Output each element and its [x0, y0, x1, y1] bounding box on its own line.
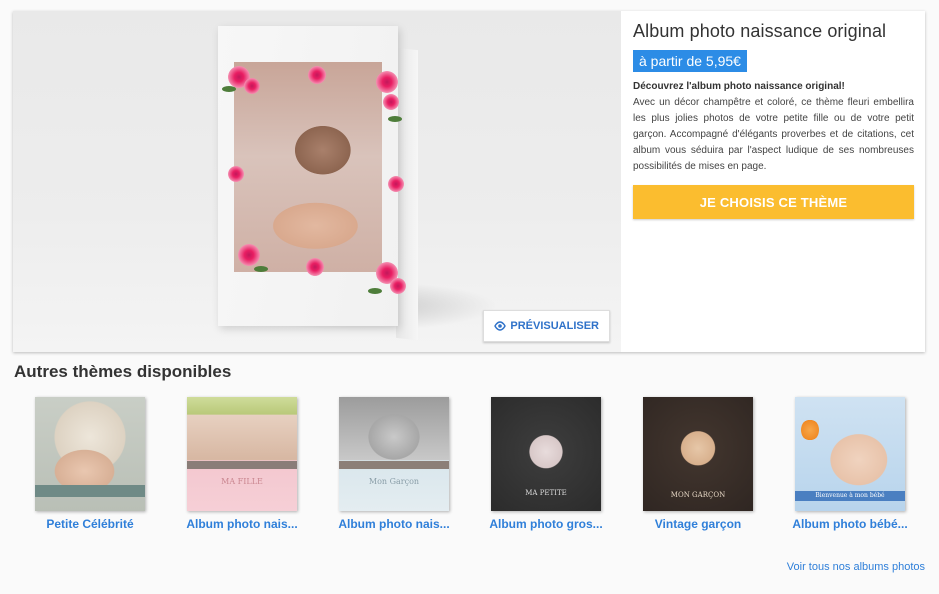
flower-decoration [308, 66, 326, 84]
theme-thumbnail[interactable]: MON GARÇON [643, 397, 753, 511]
leaf-decoration [368, 288, 382, 294]
product-hero: PRÉVISUALISER Album photo naissance orig… [13, 11, 925, 352]
theme-list: Petite Célébrité MA FILLE Album photo na… [0, 397, 939, 537]
theme-thumbnail[interactable]: MA PETITE [491, 397, 601, 511]
leaf-decoration [254, 266, 268, 272]
cover-label-band [339, 461, 449, 469]
other-themes-title: Autres thèmes disponibles [14, 362, 232, 381]
leaf-decoration [222, 86, 236, 92]
flower-decoration [390, 278, 406, 294]
theme-card[interactable]: MON GARÇON Vintage garçon [623, 397, 773, 531]
flower-decoration [388, 176, 404, 192]
price-badge: à partir de 5,95€ [633, 50, 747, 72]
product-info: Album photo naissance original à partir … [633, 11, 914, 219]
product-preview-image: PRÉVISUALISER [13, 11, 621, 352]
theme-card[interactable]: MA FILLE Album photo nais... [167, 397, 317, 531]
description-title: Découvrez l'album photo naissance origin… [633, 81, 845, 92]
theme-label[interactable]: Album photo gros... [471, 517, 621, 531]
theme-label[interactable]: Album photo bébé... [775, 517, 925, 531]
flower-decoration [228, 166, 244, 182]
theme-label[interactable]: Petite Célébrité [15, 517, 165, 531]
theme-card[interactable]: MA PETITE Album photo gros... [471, 397, 621, 531]
theme-card[interactable]: Petite Célébrité [15, 397, 165, 531]
preview-label: PRÉVISUALISER [510, 320, 599, 332]
flower-decoration [238, 244, 260, 266]
theme-card[interactable]: Mon Garçon Album photo nais... [319, 397, 469, 531]
theme-thumbnail[interactable] [35, 397, 145, 511]
theme-label[interactable]: Album photo nais... [319, 517, 469, 531]
theme-label[interactable]: Album photo nais... [167, 517, 317, 531]
flower-decoration [376, 71, 398, 93]
cover-caption: MA FILLE [221, 477, 263, 486]
balloon-icon [801, 419, 819, 441]
newborn-photo [234, 62, 382, 272]
flower-decoration [244, 78, 260, 94]
book-spine [396, 47, 418, 341]
album-cover-image [218, 26, 406, 326]
cover-caption: Mon Garçon [368, 477, 420, 486]
cover-label-band [187, 461, 297, 469]
theme-card[interactable]: Bienvenue à mon bébé Album photo bébé... [775, 397, 925, 531]
flower-decoration [383, 94, 399, 110]
theme-thumbnail[interactable]: Bienvenue à mon bébé [795, 397, 905, 511]
cover-caption: MA PETITE [525, 489, 567, 497]
theme-thumbnail[interactable]: MA FILLE [187, 397, 297, 511]
leaf-decoration [388, 116, 402, 122]
cover-caption: MON GARÇON [670, 491, 726, 499]
choose-theme-button[interactable]: JE CHOISIS CE THÈME [633, 185, 914, 219]
theme-label[interactable]: Vintage garçon [623, 517, 773, 531]
product-description: Avec un décor champêtre et coloré, ce th… [633, 97, 914, 172]
cover-label-band [35, 485, 145, 497]
theme-thumbnail[interactable]: Mon Garçon [339, 397, 449, 511]
product-title: Album photo naissance original [633, 21, 887, 41]
flower-decoration [306, 258, 324, 276]
see-all-albums-link[interactable]: Voir tous nos albums photos [787, 561, 925, 573]
cover-caption: Bienvenue à mon bébé [815, 492, 885, 499]
eye-icon [494, 321, 507, 331]
preview-button[interactable]: PRÉVISUALISER [483, 310, 610, 342]
